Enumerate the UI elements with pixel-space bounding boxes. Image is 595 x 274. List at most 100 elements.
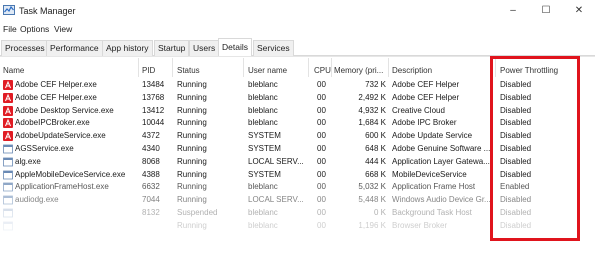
cell-pid: 4372 xyxy=(142,131,160,141)
column-divider[interactable] xyxy=(243,58,244,77)
menu-file[interactable]: File xyxy=(3,24,17,34)
cell-memory: 5,448 K xyxy=(358,195,386,205)
cell-user-name: bleblanc xyxy=(248,92,278,102)
cell-status: Running xyxy=(177,105,207,115)
cell-memory: 732 K xyxy=(365,80,386,89)
tab-performance[interactable]: Performance xyxy=(46,40,103,56)
cell-status: Running xyxy=(177,144,207,153)
column-header-name[interactable]: Name xyxy=(3,66,24,75)
column-divider[interactable] xyxy=(308,58,309,77)
column-divider[interactable] xyxy=(388,58,389,77)
cell-description: Application Layer Gatewa... xyxy=(392,156,490,166)
adobe-icon xyxy=(3,80,13,90)
column-header-pid[interactable]: PID xyxy=(142,66,155,75)
column-divider[interactable] xyxy=(172,58,173,77)
cell-memory: 1,196 K xyxy=(358,220,386,230)
cell-name: AdobeIPCBroker.exe xyxy=(15,118,90,128)
column-header-memory[interactable]: Memory (pri... xyxy=(334,66,383,75)
window-title: Task Manager xyxy=(19,6,76,16)
cell-description: Adobe CEF Helper xyxy=(392,92,460,102)
cell-user-name: bleblanc xyxy=(248,105,278,115)
cell-memory: 444 K xyxy=(365,156,386,166)
cell-description: Background Task Host xyxy=(392,208,472,217)
cell-user-name: bleblanc xyxy=(248,118,278,128)
tab-processes[interactable]: Processes xyxy=(1,40,49,56)
adobe-icon xyxy=(3,118,13,129)
tab-details[interactable]: Details xyxy=(218,38,252,57)
adobe-icon xyxy=(3,92,13,103)
cell-pid: 7044 xyxy=(142,195,160,205)
app-window-icon xyxy=(3,170,13,179)
cell-cpu: 00 xyxy=(317,92,326,102)
cell-memory: 1,684 K xyxy=(358,118,386,128)
tab-services[interactable]: Services xyxy=(253,40,294,56)
column-header-cpu[interactable]: CPU xyxy=(314,66,331,75)
app-window-icon xyxy=(3,182,13,192)
menu-bar: File Options View xyxy=(0,22,595,36)
cell-memory: 4,932 K xyxy=(358,105,386,115)
cell-name: Adobe CEF Helper.exe xyxy=(15,80,97,89)
column-divider[interactable] xyxy=(331,58,332,77)
minimize-button[interactable]: – xyxy=(502,3,524,19)
cell-cpu: 00 xyxy=(317,156,326,166)
cell-pid: 4388 xyxy=(142,169,160,179)
cell-description: MobileDeviceService xyxy=(392,169,467,179)
app-window-icon xyxy=(3,195,13,205)
app-window-icon xyxy=(3,157,13,167)
tab-bar: Processes Performance App history Startu… xyxy=(0,36,595,57)
tab-app-history[interactable]: App history xyxy=(102,40,153,56)
cell-description: Application Frame Host xyxy=(392,182,476,192)
task-manager-icon xyxy=(3,5,15,15)
cell-user-name: SYSTEM xyxy=(248,144,281,153)
tab-startup[interactable]: Startup xyxy=(154,40,190,56)
cell-pid: 10044 xyxy=(142,118,165,128)
cell-cpu: 00 xyxy=(317,169,326,179)
tab-users[interactable]: Users xyxy=(189,40,220,56)
cell-status: Running xyxy=(177,80,207,89)
cell-memory: 5,032 K xyxy=(358,182,386,192)
cell-name: Adobe Desktop Service.exe xyxy=(15,105,114,115)
cell-pid: 4340 xyxy=(142,144,160,153)
column-header-description[interactable]: Description xyxy=(392,66,432,75)
cell-status: Running xyxy=(177,182,207,192)
cell-user-name: bleblanc xyxy=(248,208,278,217)
adobe-icon xyxy=(3,105,13,116)
power-throttling-highlight xyxy=(490,56,580,241)
menu-options[interactable]: Options xyxy=(20,24,49,34)
cell-cpu: 00 xyxy=(317,118,326,128)
column-header-status[interactable]: Status xyxy=(177,66,200,75)
cell-user-name: SYSTEM xyxy=(248,131,281,141)
cell-description: Browser Broker xyxy=(392,220,448,230)
adobe-icon xyxy=(3,131,13,142)
cell-description: Adobe CEF Helper xyxy=(392,80,460,89)
app-window-icon xyxy=(3,144,13,154)
cell-name: audiodg.exe xyxy=(15,195,59,205)
cell-memory: 648 K xyxy=(365,144,386,153)
cell-cpu: 00 xyxy=(317,220,326,230)
cell-status: Running xyxy=(177,169,207,179)
fade-overlay xyxy=(0,205,140,274)
cell-user-name: SYSTEM xyxy=(248,169,281,179)
column-divider[interactable] xyxy=(138,58,139,77)
cell-cpu: 00 xyxy=(317,131,326,141)
cell-user-name: bleblanc xyxy=(248,80,278,89)
menu-view[interactable]: View xyxy=(54,24,72,34)
cell-description: Adobe Update Service xyxy=(392,131,473,141)
cell-memory: 2,492 K xyxy=(358,92,386,102)
cell-cpu: 00 xyxy=(317,80,326,89)
cell-description: Creative Cloud xyxy=(392,105,445,115)
column-header-user-name[interactable]: User name xyxy=(248,66,287,75)
cell-user-name: LOCAL SERV... xyxy=(248,156,304,166)
cell-pid: 13484 xyxy=(142,80,165,89)
cell-memory: 0 K xyxy=(373,208,386,217)
close-button[interactable]: ✕ xyxy=(568,3,590,19)
cell-status: Running xyxy=(177,195,207,205)
cell-status: Running xyxy=(177,220,207,230)
title-bar: Task Manager – ☐ ✕ xyxy=(0,0,595,22)
cell-status: Running xyxy=(177,131,207,141)
cell-status: Running xyxy=(177,118,207,128)
maximize-button[interactable]: ☐ xyxy=(535,3,557,19)
cell-pid: 6632 xyxy=(142,182,160,192)
cell-pid: 8068 xyxy=(142,156,160,166)
cell-name: AdobeUpdateService.exe xyxy=(15,131,106,141)
